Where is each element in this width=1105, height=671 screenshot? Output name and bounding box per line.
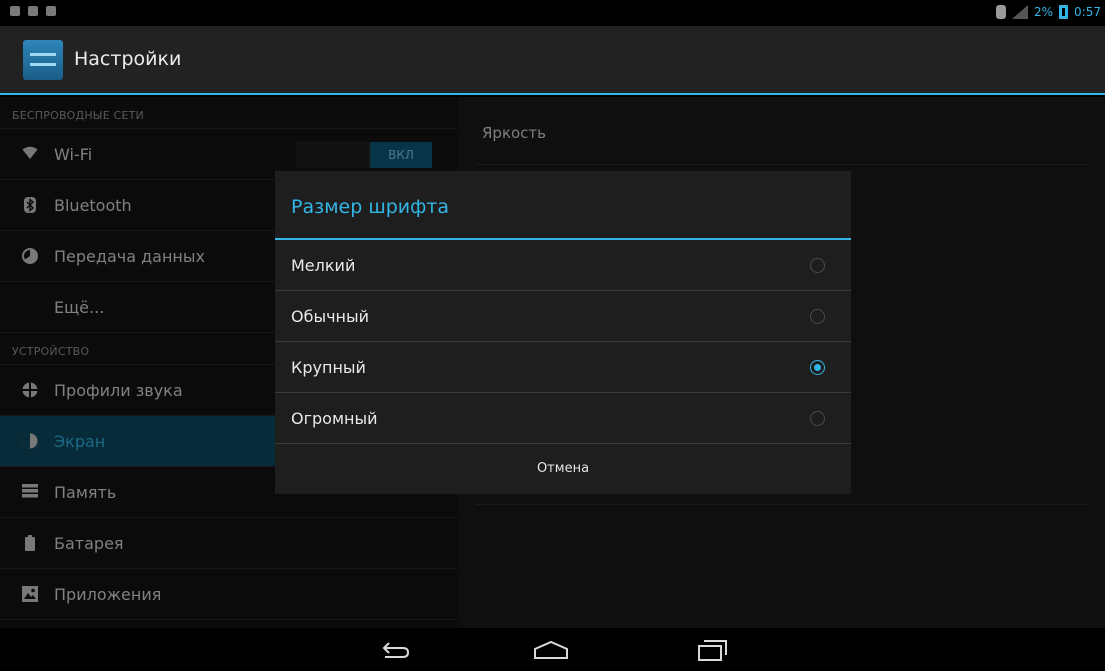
- action-bar: Настройки: [0, 26, 1105, 95]
- radio-button[interactable]: [810, 258, 825, 273]
- status-bar: 2% 0:57: [0, 0, 1105, 26]
- home-button[interactable]: [521, 634, 581, 666]
- signal-icon: [1012, 5, 1028, 19]
- option-label: Крупный: [291, 357, 366, 377]
- page-title: Настройки: [74, 48, 182, 70]
- recent-apps-icon: [698, 640, 727, 661]
- dialog-title: Размер шрифта: [275, 171, 851, 240]
- notification-icons: [10, 6, 56, 16]
- settings-app-icon[interactable]: [23, 40, 63, 80]
- option-label: Мелкий: [291, 255, 356, 275]
- font-size-option-huge[interactable]: Огромный: [275, 393, 851, 444]
- radio-button-checked[interactable]: [810, 360, 825, 375]
- radio-button[interactable]: [810, 309, 825, 324]
- option-label: Огромный: [291, 408, 378, 428]
- font-size-option-normal[interactable]: Обычный: [275, 291, 851, 342]
- battery-percent: 2%: [1034, 5, 1054, 19]
- clock: 0:57: [1074, 5, 1101, 19]
- back-icon: [382, 642, 410, 658]
- font-size-option-large[interactable]: Крупный: [275, 342, 851, 393]
- home-icon: [534, 640, 568, 659]
- navigation-bar: [0, 628, 1105, 671]
- battery-status-icon: [1059, 5, 1069, 19]
- option-label: Обычный: [291, 306, 370, 326]
- recent-apps-button[interactable]: [683, 634, 743, 666]
- cancel-button[interactable]: Отмена: [275, 444, 851, 493]
- usb-icon: [28, 6, 38, 16]
- bluetooth-status-icon: [996, 5, 1006, 19]
- radio-button[interactable]: [810, 411, 825, 426]
- wifi-notification-icon: [10, 6, 20, 16]
- back-button[interactable]: [366, 634, 426, 666]
- system-icons: 2% 0:57: [996, 5, 1101, 19]
- font-size-dialog: Размер шрифта Мелкий Обычный Крупный Огр…: [275, 171, 851, 494]
- font-size-option-small[interactable]: Мелкий: [275, 240, 851, 291]
- android-debug-icon: [46, 6, 56, 16]
